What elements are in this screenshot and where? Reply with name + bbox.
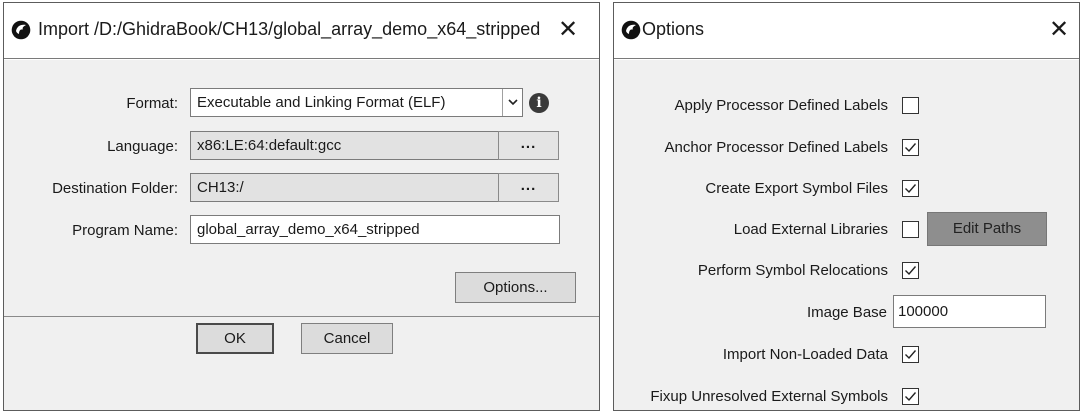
info-icon[interactable]: i: [529, 93, 549, 113]
destination-browse-button[interactable]: ...: [498, 173, 559, 202]
language-label: Language:: [107, 138, 178, 155]
checkmark-icon: [905, 266, 917, 276]
checkmark-icon: [905, 350, 917, 360]
import-close-button[interactable]: ✕: [555, 16, 581, 44]
ok-button[interactable]: OK: [196, 323, 274, 354]
program-name-label: Program Name:: [72, 222, 178, 239]
image-base-input[interactable]: 100000: [893, 295, 1046, 328]
destination-folder-field: CH13:/: [190, 173, 499, 202]
option-label-apply-processor-labels: Apply Processor Defined Labels: [674, 97, 888, 114]
edit-paths-button[interactable]: Edit Paths: [927, 212, 1047, 246]
option-checkbox-create-export-symbol-files[interactable]: [902, 180, 919, 197]
import-dialog: Import /D:/GhidraBook/CH13/global_array_…: [3, 2, 600, 411]
format-select[interactable]: Executable and Linking Format (ELF): [190, 88, 523, 117]
ghidra-logo-icon: [11, 20, 31, 40]
language-field: x86:LE:64:default:gcc: [190, 131, 499, 160]
options-button[interactable]: Options...: [455, 272, 576, 303]
options-dialog: Options ✕ Apply Processor Defined Labels…: [613, 2, 1080, 411]
format-label: Format:: [126, 95, 178, 112]
option-label-fixup-unresolved-external-symbols: Fixup Unresolved External Symbols: [650, 388, 888, 405]
options-close-button[interactable]: ✕: [1046, 16, 1072, 44]
option-checkbox-fixup-unresolved-external-symbols[interactable]: [902, 388, 919, 405]
program-name-input[interactable]: global_array_demo_x64_stripped: [190, 215, 560, 244]
option-checkbox-anchor-processor-labels[interactable]: [902, 139, 919, 156]
import-button-bar: OK Cancel: [4, 316, 599, 410]
options-titlebar: Options ✕: [614, 3, 1079, 59]
checkmark-icon: [905, 143, 917, 153]
option-checkbox-apply-processor-labels[interactable]: [902, 97, 919, 114]
options-panel: Apply Processor Defined Labels Anchor Pr…: [614, 60, 1079, 410]
ghidra-logo-icon: [621, 20, 641, 40]
chevron-down-icon[interactable]: [502, 89, 522, 116]
option-label-create-export-symbol-files: Create Export Symbol Files: [705, 180, 888, 197]
language-browse-button[interactable]: ...: [498, 131, 559, 160]
option-checkbox-perform-symbol-relocations[interactable]: [902, 262, 919, 279]
option-label-perform-symbol-relocations: Perform Symbol Relocations: [697, 262, 888, 279]
checkmark-icon: [905, 392, 917, 402]
option-label-import-non-loaded-data: Import Non-Loaded Data: [722, 346, 888, 363]
destination-folder-label: Destination Folder:: [52, 180, 178, 197]
options-dialog-title: Options: [642, 19, 705, 39]
option-checkbox-import-non-loaded-data[interactable]: [902, 346, 919, 363]
option-checkbox-load-external-libraries[interactable]: [902, 221, 919, 238]
checkmark-icon: [905, 184, 917, 194]
cancel-button[interactable]: Cancel: [301, 323, 393, 354]
import-titlebar: Import /D:/GhidraBook/CH13/global_array_…: [4, 3, 599, 59]
option-label-load-external-libraries: Load External Libraries: [733, 221, 888, 238]
image-base-label: Image Base: [806, 304, 887, 321]
import-dialog-title: Import /D:/GhidraBook/CH13/global_array_…: [38, 19, 541, 39]
option-label-anchor-processor-labels: Anchor Processor Defined Labels: [664, 139, 888, 156]
format-select-value: Executable and Linking Format (ELF): [197, 94, 446, 111]
